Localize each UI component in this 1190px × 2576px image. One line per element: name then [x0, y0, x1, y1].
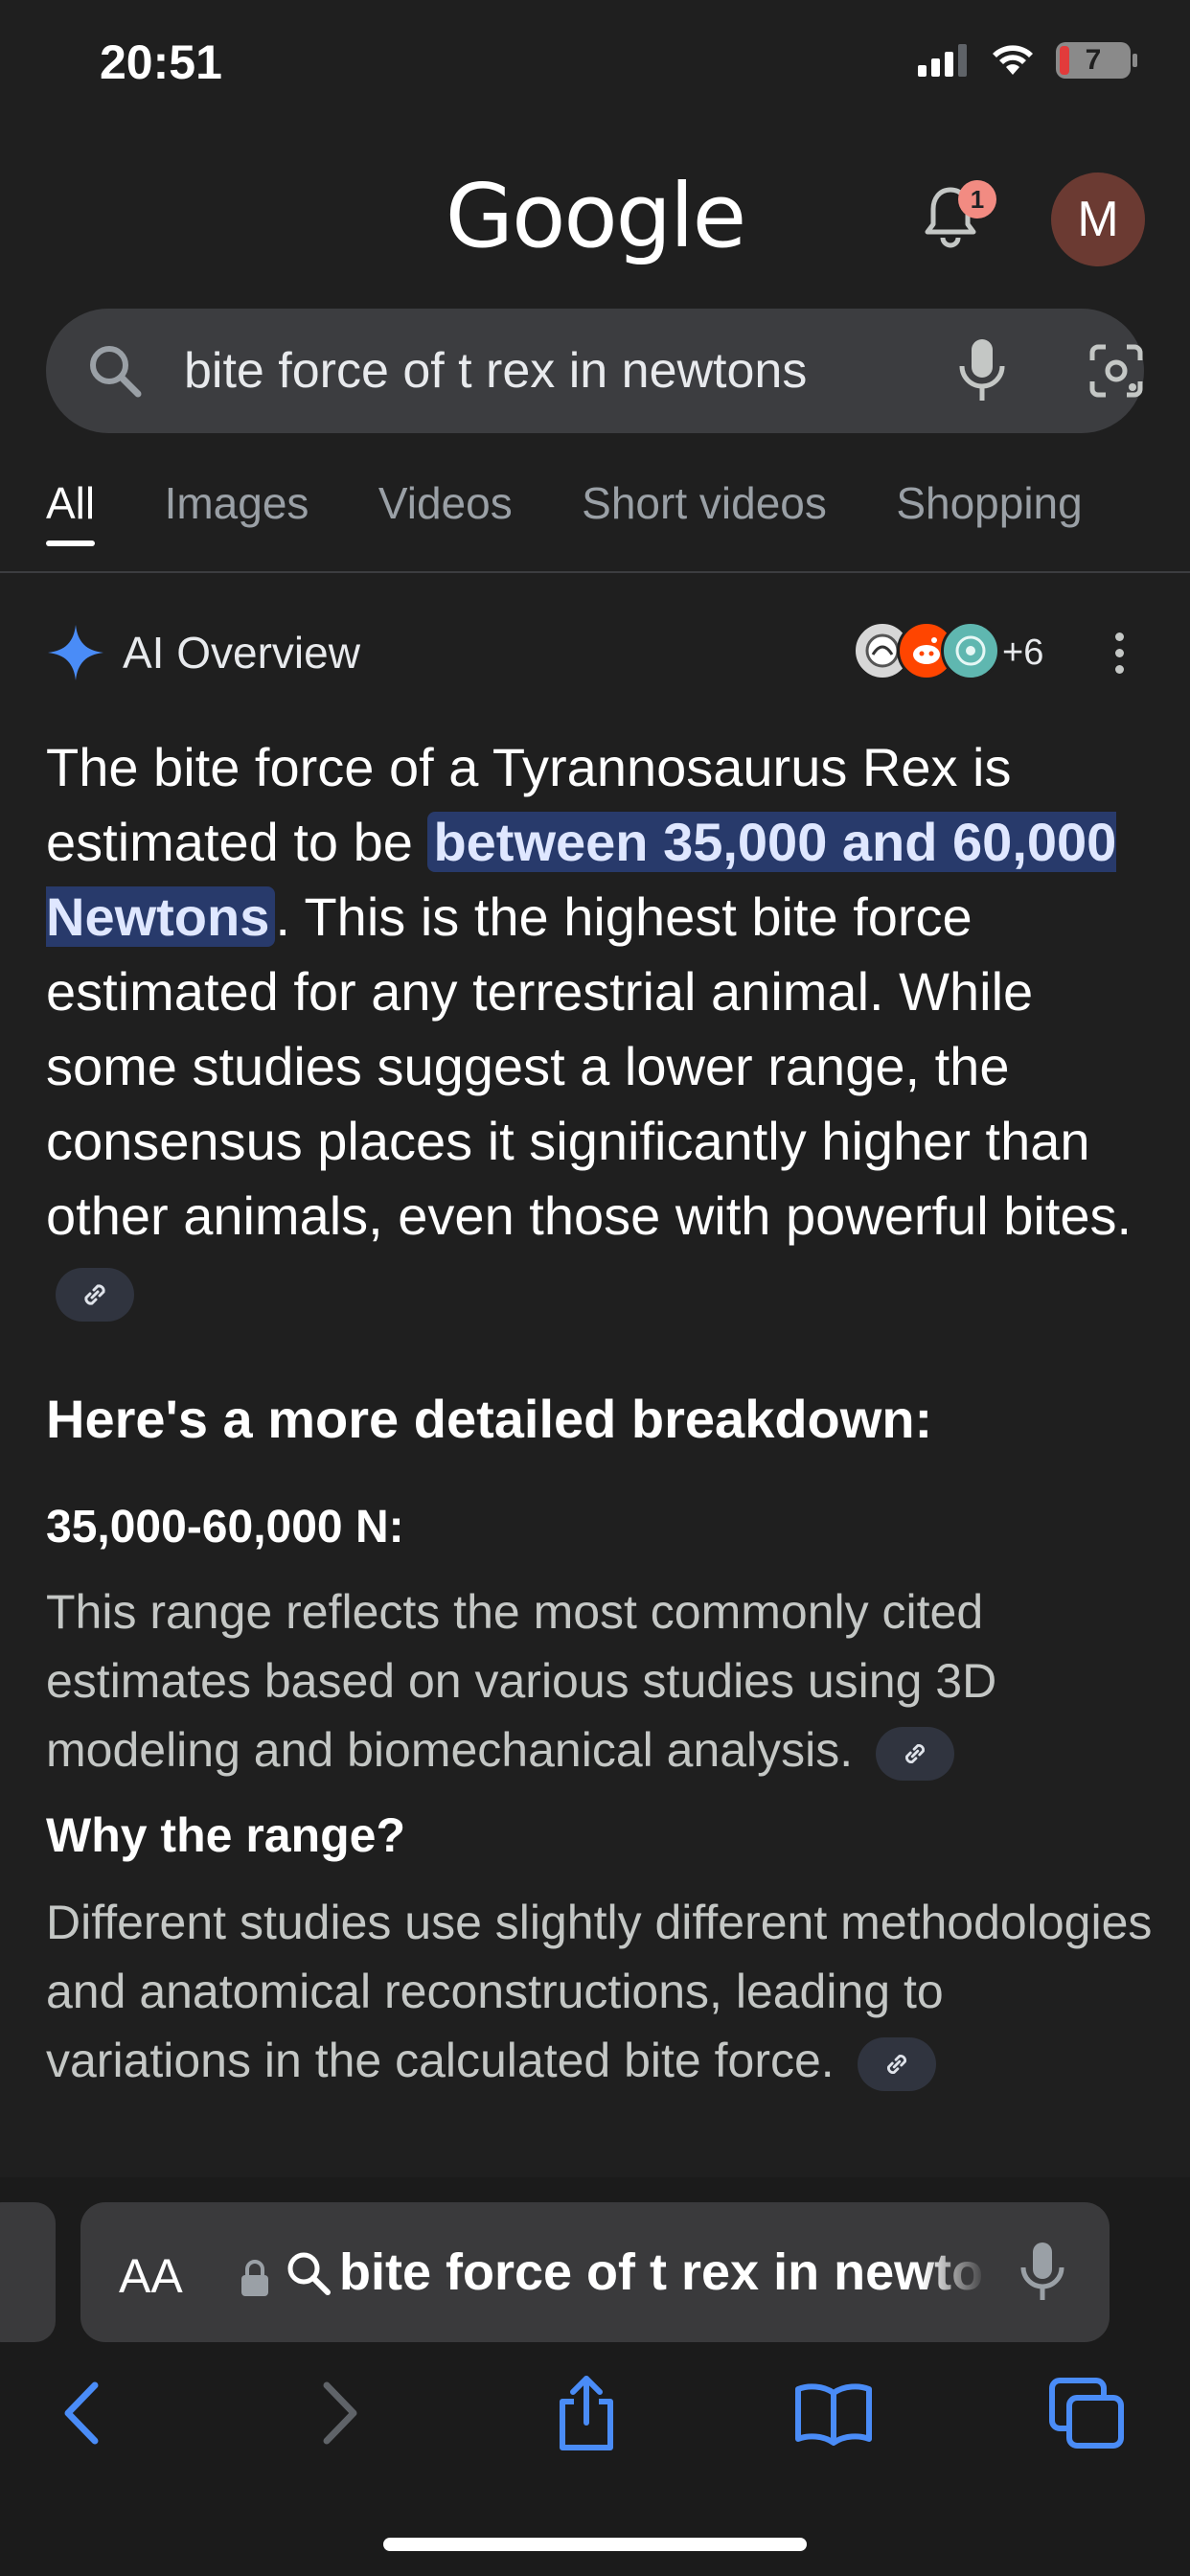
- share-icon: [560, 2376, 613, 2450]
- status-time: 20:51: [100, 35, 222, 89]
- tab-all[interactable]: All: [46, 470, 96, 546]
- ai-overview-title: AI Overview: [123, 628, 360, 678]
- voice-search-mic-icon[interactable]: [954, 335, 1010, 406]
- cellular-signal-icon: [918, 44, 967, 77]
- science-site-icon: [941, 621, 1000, 680]
- tabs-overview-icon: [1049, 2378, 1124, 2449]
- link-icon: [84, 1284, 105, 1305]
- address-mic-icon[interactable]: [1018, 2239, 1067, 2306]
- ai-sparkle-icon: [48, 625, 103, 680]
- more-options-kebab-icon[interactable]: [1108, 632, 1131, 680]
- range-text: This range reflects the most commonly ci…: [46, 1585, 997, 1777]
- tabs-button[interactable]: [1041, 2373, 1133, 2453]
- citation-link-button[interactable]: [56, 1268, 134, 1322]
- search-icon: [90, 346, 142, 398]
- search-bar[interactable]: bite force of t rex in newtons: [46, 309, 1144, 433]
- ai-overview-paragraph: The bite force of a Tyrannosaurus Rex is…: [46, 730, 1157, 1328]
- more-sources-count[interactable]: +6: [1002, 632, 1043, 674]
- why-range-text: Different studies use slightly different…: [46, 1896, 1153, 2087]
- back-chevron-icon: [64, 2381, 99, 2445]
- search-results-page: 20:51 7 Google 1 M bite force of t rex i…: [0, 0, 1190, 2576]
- forward-button[interactable]: [293, 2373, 385, 2453]
- lock-icon: [241, 2260, 268, 2296]
- tab-videos[interactable]: Videos: [378, 470, 513, 546]
- search-input[interactable]: bite force of t rex in newtons: [184, 337, 897, 404]
- forward-chevron-icon: [323, 2381, 357, 2445]
- google-logo[interactable]: Google: [0, 165, 1190, 267]
- citation-link-button[interactable]: [876, 1726, 955, 1781]
- link-icon: [886, 2054, 906, 2074]
- search-tabs: All Images Videos Short videos Shopping: [46, 470, 1190, 546]
- status-bar: 20:51 7: [0, 0, 1190, 134]
- tabs-divider: [0, 571, 1190, 573]
- breakdown-heading: Here's a more detailed breakdown:: [46, 1389, 933, 1449]
- source-icons[interactable]: [853, 621, 1006, 684]
- status-icons: 7: [918, 42, 1137, 79]
- link-icon: [905, 1743, 926, 1763]
- tab-images[interactable]: Images: [165, 470, 309, 546]
- tab-shopping[interactable]: Shopping: [896, 470, 1082, 546]
- reader-options-button[interactable]: AA: [119, 2248, 183, 2304]
- bookmarks-button[interactable]: [788, 2373, 880, 2453]
- range-heading: 35,000-60,000 N:: [46, 1502, 404, 1552]
- battery-icon: 7: [1056, 42, 1137, 79]
- notification-count-badge: 1: [958, 180, 996, 218]
- account-avatar[interactable]: M: [1051, 172, 1145, 266]
- address-bar-text[interactable]: bite force of t rex in newtons: [339, 2239, 987, 2306]
- address-search-icon: [287, 2252, 331, 2295]
- browser-address-bar[interactable]: AA bite force of t rex in newtons: [80, 2202, 1110, 2342]
- home-indicator[interactable]: [383, 2538, 807, 2551]
- bookmarks-book-icon: [795, 2383, 872, 2446]
- citation-link-button[interactable]: [857, 2036, 936, 2091]
- google-lens-icon[interactable]: [1087, 341, 1146, 401]
- tab-short-videos[interactable]: Short videos: [582, 470, 827, 546]
- why-range-description: Different studies use slightly different…: [46, 1888, 1157, 2095]
- range-description: This range reflects the most commonly ci…: [46, 1577, 1157, 1784]
- wifi-icon: [993, 45, 1033, 75]
- share-button[interactable]: [540, 2373, 632, 2453]
- ai-overview-header: AI Overview: [46, 619, 360, 686]
- battery-level: 7: [1085, 44, 1102, 76]
- back-button[interactable]: [36, 2373, 128, 2453]
- why-range-heading: Why the range?: [46, 1808, 406, 1862]
- previous-tab-preview[interactable]: [0, 2202, 56, 2342]
